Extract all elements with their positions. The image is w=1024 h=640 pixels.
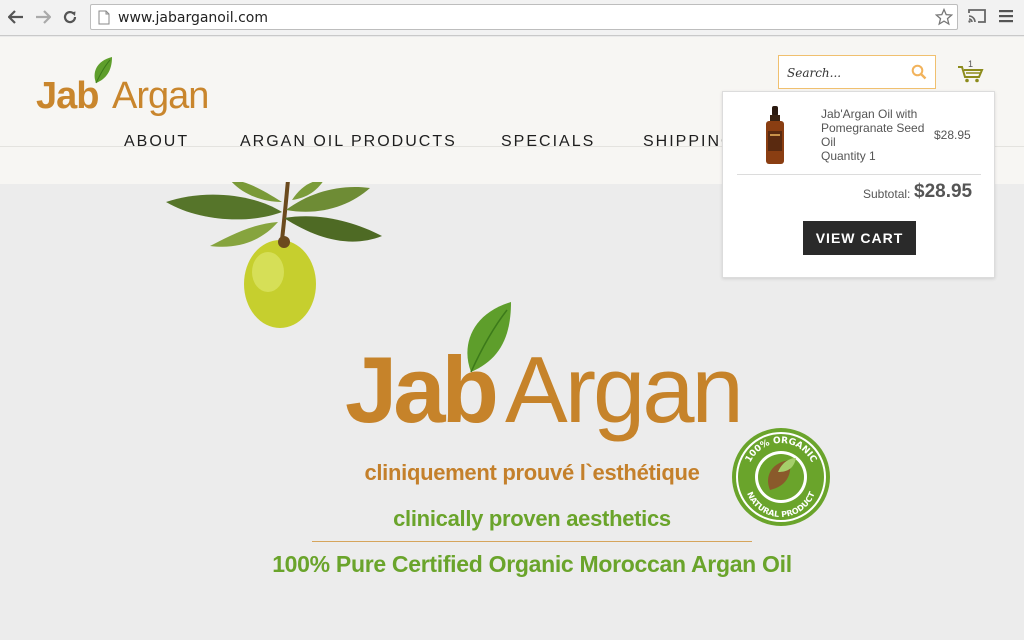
search-box: [778, 55, 936, 89]
view-cart-button[interactable]: VIEW CART: [803, 221, 916, 255]
subtotal-label: Subtotal:: [863, 187, 911, 201]
logo-jab-text: Jab: [36, 75, 99, 117]
organic-seal-badge: 100% ORGANIC NATURAL PRODUCT: [732, 428, 830, 526]
tagline-english: clinically proven aesthetics: [393, 506, 671, 531]
argan-branch-image: [166, 182, 382, 328]
cart-divider: [737, 174, 981, 175]
subtotal-value: $28.95: [914, 181, 973, 202]
address-bar[interactable]: www.jabarganoil.com: [90, 4, 958, 30]
cart-item-name[interactable]: Jab'Argan Oil with Pomegranate Seed Oil: [821, 107, 931, 149]
hamburger-menu-icon[interactable]: [998, 8, 1014, 29]
hero-logo: Jab Argan: [345, 302, 744, 450]
cast-icon[interactable]: [967, 8, 987, 29]
back-arrow-icon[interactable]: [6, 7, 26, 27]
cart-item-quantity: Quantity 1: [821, 149, 876, 163]
hero-logo-jab-text: Jab: [345, 337, 499, 442]
tagline-main: 100% Pure Certified Organic Moroccan Arg…: [272, 551, 792, 577]
reload-icon[interactable]: [60, 7, 80, 27]
url-text: www.jabarganoil.com: [118, 10, 268, 26]
cart-dropdown: Jab'Argan Oil with Pomegranate Seed Oil …: [722, 91, 995, 278]
nav-item-specials[interactable]: SPECIALS: [501, 133, 595, 151]
tagline-french: cliniquement prouvé l`esthétique: [364, 460, 700, 485]
logo-argan-text: Argan: [112, 75, 209, 117]
nav-item-about[interactable]: ABOUT: [124, 133, 189, 151]
search-icon[interactable]: [911, 64, 927, 85]
cart-item-price: $28.95: [934, 128, 971, 142]
cart-count-badge: 1: [968, 59, 974, 69]
search-input[interactable]: [787, 64, 903, 82]
forward-arrow-icon[interactable]: [33, 7, 53, 27]
star-icon[interactable]: [934, 7, 954, 31]
page-icon: [98, 10, 110, 30]
browser-toolbar: www.jabarganoil.com: [0, 0, 1024, 36]
product-bottle-image[interactable]: [763, 106, 787, 164]
nav-item-argan-oil-products[interactable]: ARGAN OIL PRODUCTS: [240, 133, 457, 151]
hero-logo-argan-text: Argan: [505, 337, 744, 442]
tagline-divider: [312, 541, 752, 542]
